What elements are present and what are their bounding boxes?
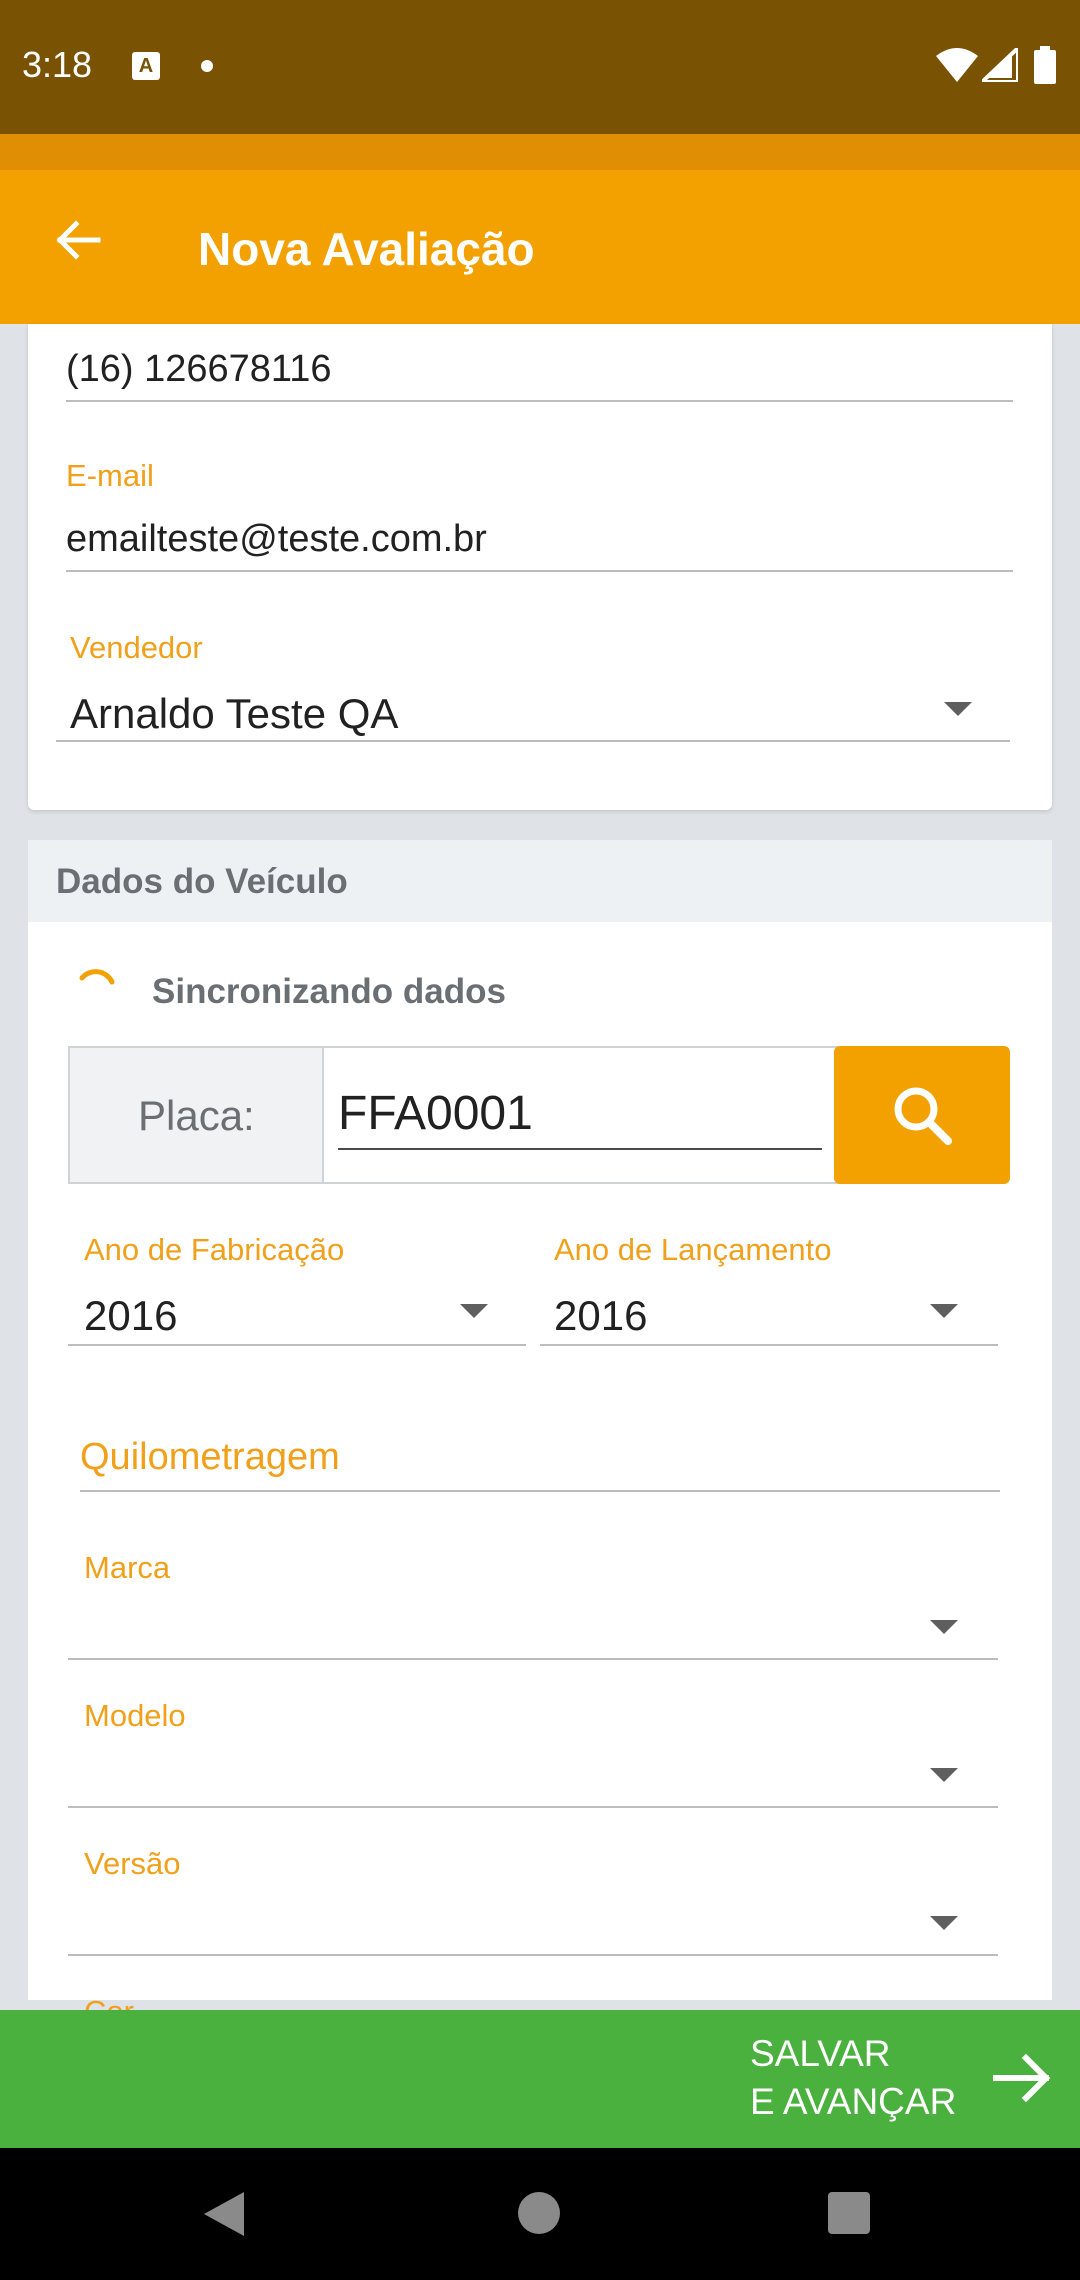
nav-recent-icon[interactable] bbox=[828, 2192, 870, 2234]
phone-field[interactable]: (16) 126678116 bbox=[66, 348, 332, 391]
status-bar-shadow bbox=[0, 134, 1080, 170]
chevron-down-icon bbox=[944, 702, 972, 716]
wifi-icon bbox=[936, 48, 978, 82]
sync-status: Sincronizando dados bbox=[152, 972, 506, 1011]
save-label-line1: SALVAR bbox=[750, 2033, 891, 2074]
year-manufacture-select[interactable]: 2016 bbox=[84, 1292, 177, 1340]
search-icon bbox=[894, 1087, 952, 1145]
model-label: Modelo bbox=[84, 1698, 186, 1733]
mileage-underline bbox=[80, 1490, 1000, 1492]
chevron-down-icon bbox=[930, 1620, 958, 1634]
plate-input[interactable]: FFA0001 bbox=[338, 1086, 533, 1141]
mileage-input[interactable]: Quilometragem bbox=[80, 1436, 340, 1479]
model-select[interactable] bbox=[68, 1806, 998, 1808]
email-label: E-mail bbox=[66, 458, 154, 493]
status-time: 3:18 bbox=[22, 44, 93, 85]
notification-app-icon: A bbox=[132, 52, 160, 80]
chevron-down-icon bbox=[930, 1304, 958, 1318]
year-launch-select[interactable]: 2016 bbox=[554, 1292, 647, 1340]
chevron-down-icon bbox=[930, 1768, 958, 1782]
nav-back-icon[interactable] bbox=[204, 2192, 246, 2236]
app-bar: Nova Avaliação bbox=[0, 170, 1080, 324]
year-manufacture-label: Ano de Fabricação bbox=[84, 1232, 345, 1267]
arrow-left-icon bbox=[56, 220, 101, 260]
version-label: Versão bbox=[84, 1846, 181, 1881]
loading-spinner-icon bbox=[79, 969, 115, 985]
brand-select[interactable] bbox=[68, 1658, 998, 1660]
brand-label: Marca bbox=[84, 1550, 171, 1585]
section-title: Dados do Veículo bbox=[56, 862, 348, 901]
battery-icon bbox=[1034, 46, 1056, 84]
seller-label: Vendedor bbox=[70, 630, 203, 665]
arrow-right-icon bbox=[993, 2053, 1051, 2103]
email-field[interactable]: emailteste@teste.com.br bbox=[66, 518, 487, 561]
chevron-down-icon bbox=[460, 1304, 488, 1318]
email-field-underline bbox=[66, 570, 1013, 572]
nav-home-icon[interactable] bbox=[518, 2192, 560, 2234]
seller-select[interactable]: Arnaldo Teste QA bbox=[70, 690, 398, 738]
seller-select-underline bbox=[56, 740, 1010, 742]
page-title: Nova Avaliação bbox=[198, 223, 535, 275]
plate-input-underline bbox=[338, 1148, 822, 1150]
status-bar: 3:18 A bbox=[0, 0, 1080, 134]
notification-dot-icon bbox=[201, 60, 213, 72]
save-label-line2: E AVANÇAR bbox=[750, 2081, 957, 2122]
search-plate-button[interactable] bbox=[834, 1046, 1010, 1184]
version-select[interactable] bbox=[68, 1954, 998, 1956]
signal-icon bbox=[982, 48, 1018, 82]
back-button[interactable] bbox=[40, 202, 116, 278]
year-launch-label: Ano de Lançamento bbox=[554, 1232, 832, 1267]
vehicle-card bbox=[28, 840, 1052, 2000]
phone-field-underline bbox=[66, 400, 1013, 402]
year-manufacture-underline bbox=[68, 1344, 526, 1346]
plate-label: Placa: bbox=[138, 1092, 255, 1139]
chevron-down-icon bbox=[930, 1916, 958, 1930]
year-launch-underline bbox=[540, 1344, 998, 1346]
save-and-next-label: SALVAR E AVANÇAR bbox=[750, 2030, 956, 2126]
